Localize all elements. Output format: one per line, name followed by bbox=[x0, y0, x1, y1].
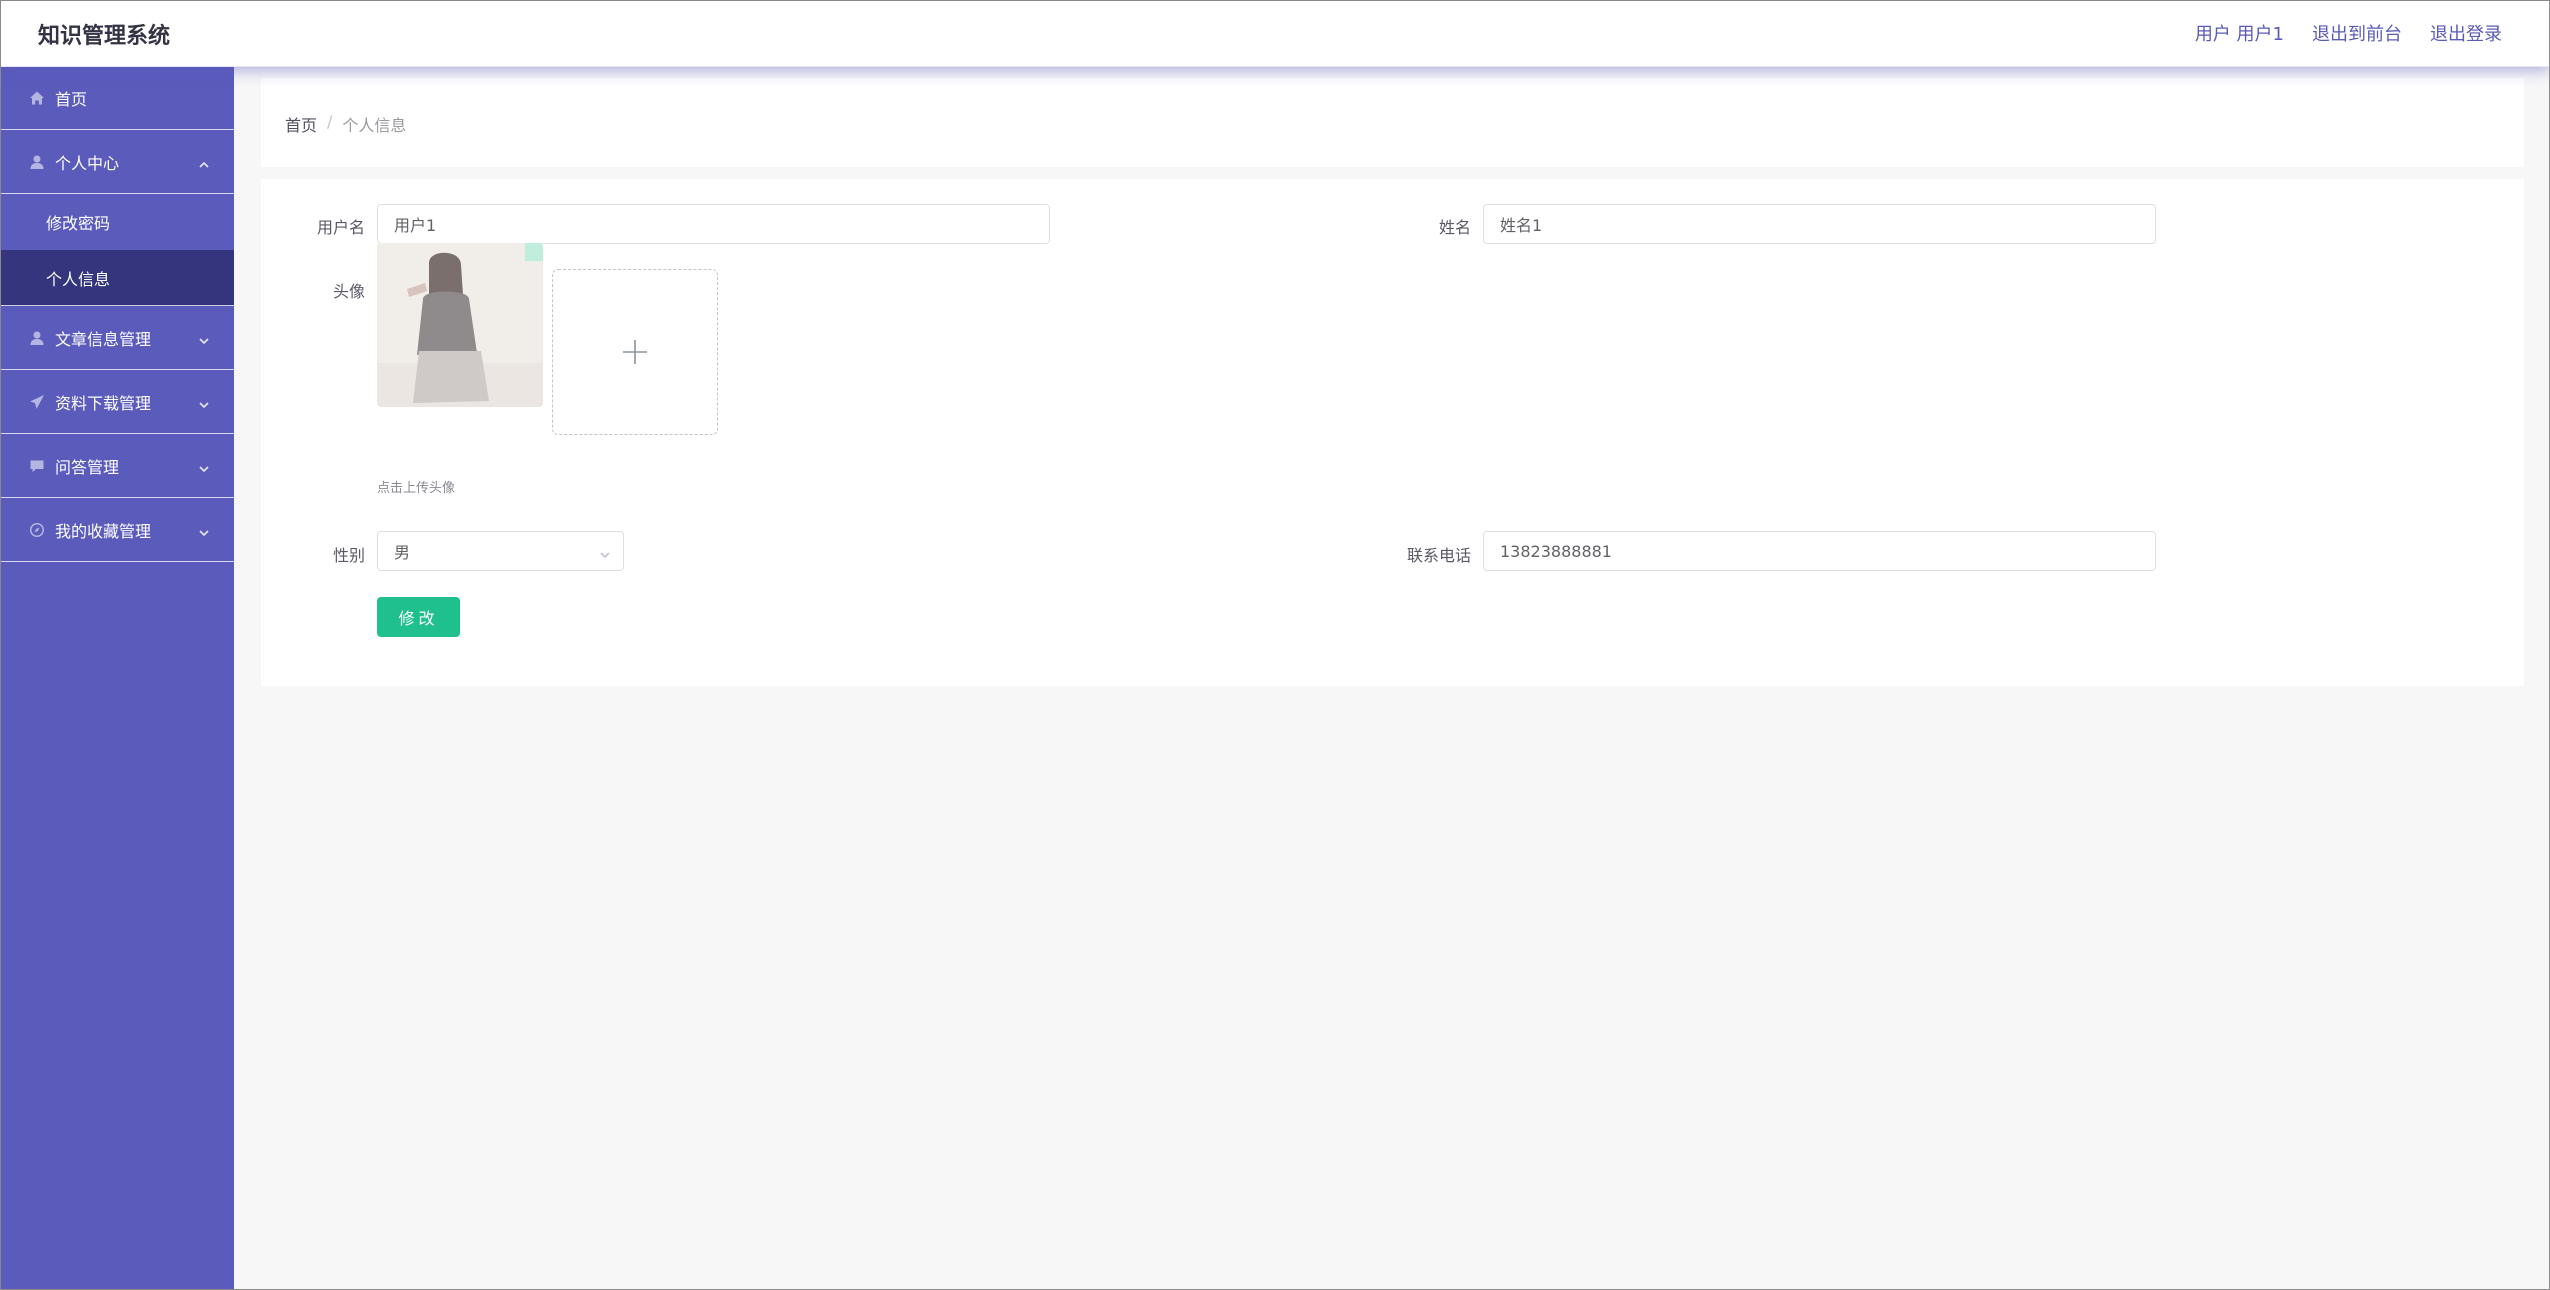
breadcrumb-card: 首页 / 个人信息 bbox=[261, 78, 2524, 167]
chevron-down-icon bbox=[198, 396, 210, 408]
sidebar-subitem-label: 修改密码 bbox=[46, 214, 111, 233]
sidebar-item-favorites-management[interactable]: 我的收藏管理 bbox=[0, 498, 234, 562]
chevron-down-icon bbox=[198, 332, 210, 344]
sidebar: 首页 个人中心 修改密码 个人信息 文章信息管理 资料下载管理 问答管理 我的收… bbox=[0, 67, 234, 1290]
chevron-down-icon bbox=[599, 546, 611, 559]
sidebar-subitem-change-password[interactable]: 修改密码 bbox=[0, 194, 234, 250]
username-input[interactable] bbox=[377, 204, 1050, 244]
send-icon bbox=[28, 393, 46, 411]
user-icon bbox=[28, 329, 46, 347]
update-button[interactable]: 修改 bbox=[377, 597, 460, 637]
plus-icon bbox=[623, 340, 647, 364]
chat-icon bbox=[28, 457, 46, 475]
personal-info-form: 用户名 姓名 头像 点击上传头像 性别 男 联系电话 修改 bbox=[261, 179, 2524, 686]
breadcrumb: 首页 / 个人信息 bbox=[285, 112, 406, 136]
sidebar-item-label: 资料下载管理 bbox=[55, 393, 152, 413]
breadcrumb-home-link[interactable]: 首页 bbox=[285, 112, 317, 136]
back-to-front-link[interactable]: 退出到前台 bbox=[2312, 20, 2402, 46]
sidebar-item-label: 我的收藏管理 bbox=[55, 521, 152, 541]
compass-icon bbox=[28, 521, 46, 539]
sidebar-item-article-management[interactable]: 文章信息管理 bbox=[0, 306, 234, 370]
chevron-down-icon bbox=[198, 524, 210, 536]
current-user-label: 用户 用户1 bbox=[2194, 24, 2284, 45]
sidebar-item-home[interactable]: 首页 bbox=[0, 67, 234, 130]
top-header: 知识管理系统 用户 用户1 退出到前台 退出登录 bbox=[0, 0, 2550, 67]
chevron-up-icon bbox=[198, 156, 210, 168]
sidebar-item-label: 文章信息管理 bbox=[55, 329, 152, 349]
sidebar-item-label: 问答管理 bbox=[55, 457, 120, 477]
app-title: 知识管理系统 bbox=[38, 24, 171, 49]
logout-link[interactable]: 退出登录 bbox=[2430, 20, 2502, 46]
gender-select-value: 男 bbox=[394, 543, 411, 562]
name-input[interactable] bbox=[1483, 204, 2156, 244]
sidebar-item-download-management[interactable]: 资料下载管理 bbox=[0, 370, 234, 434]
sidebar-item-label: 首页 bbox=[55, 90, 88, 109]
header-actions: 用户 用户1 退出到前台 退出登录 bbox=[2195, 20, 2502, 46]
sidebar-subitem-personal-info[interactable]: 个人信息 bbox=[0, 250, 234, 306]
sidebar-item-personal-center[interactable]: 个人中心 bbox=[0, 130, 234, 194]
user-icon bbox=[28, 153, 46, 171]
sidebar-subitem-label: 个人信息 bbox=[46, 269, 111, 289]
upload-tip-text: 点击上传头像 bbox=[377, 481, 456, 496]
username-label: 用户名 bbox=[316, 218, 365, 237]
avatar-upload-button[interactable] bbox=[552, 269, 718, 435]
chevron-down-icon bbox=[198, 460, 210, 472]
sidebar-item-qa-management[interactable]: 问答管理 bbox=[0, 434, 234, 498]
gender-label: 性别 bbox=[332, 546, 365, 565]
name-label: 姓名 bbox=[1438, 218, 1471, 237]
home-icon bbox=[28, 89, 46, 107]
gender-select[interactable]: 男 bbox=[377, 531, 624, 571]
avatar-image[interactable] bbox=[377, 243, 543, 407]
phone-input[interactable] bbox=[1483, 531, 2156, 571]
breadcrumb-current: 个人信息 bbox=[342, 116, 407, 135]
phone-label: 联系电话 bbox=[1406, 546, 1471, 565]
sidebar-item-label: 个人中心 bbox=[55, 153, 120, 173]
avatar-label: 头像 bbox=[332, 282, 365, 301]
breadcrumb-separator: / bbox=[327, 112, 333, 131]
